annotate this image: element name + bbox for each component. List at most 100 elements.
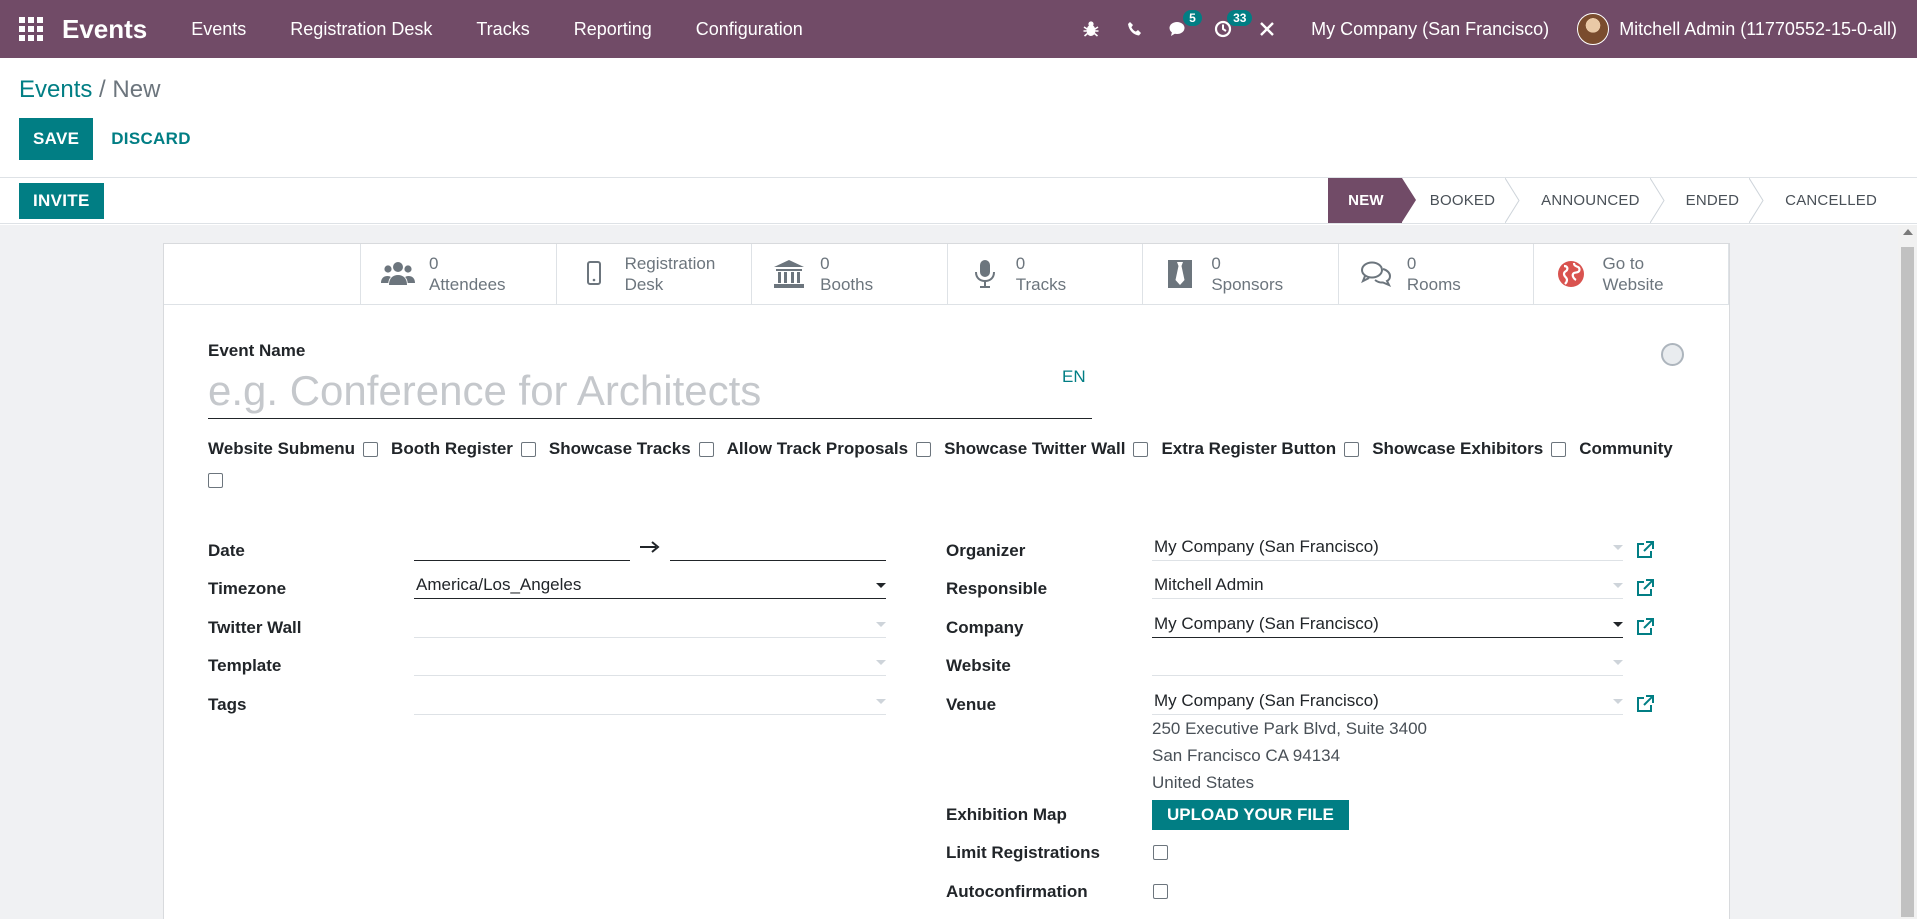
autoconfirmation-label: Autoconfirmation xyxy=(946,882,1088,901)
limit-registrations-checkbox[interactable] xyxy=(1153,845,1168,860)
checkbox[interactable] xyxy=(916,441,932,457)
venue-row: Venue My Company (San Francisco) xyxy=(946,687,1623,715)
upload-file-button[interactable]: UPLOAD YOUR FILE xyxy=(1152,800,1349,830)
timezone-row: Timezone America/Los_Angeles xyxy=(208,571,886,599)
timezone-label: Timezone xyxy=(208,579,287,598)
option-community-checkbox-row xyxy=(208,473,1685,488)
company-row: Company My Company (San Francisco) xyxy=(946,610,1623,638)
go-to-website-button[interactable]: Go to Website xyxy=(1533,244,1730,304)
stage-ended[interactable]: ENDED xyxy=(1658,178,1764,223)
checkbox[interactable] xyxy=(208,473,223,488)
top-navbar: Events Events Registration Desk Tracks R… xyxy=(0,0,1917,58)
company-input[interactable]: My Company (San Francisco) xyxy=(1152,610,1623,638)
chevron-down-icon xyxy=(1613,545,1623,550)
checkbox[interactable] xyxy=(1344,441,1360,457)
menu-tracks[interactable]: Tracks xyxy=(454,0,551,58)
option-booth-register: Booth Register xyxy=(391,439,536,459)
breadcrumb-separator: / xyxy=(99,76,106,103)
checkbox[interactable] xyxy=(698,441,714,457)
menu-configuration[interactable]: Configuration xyxy=(674,0,825,58)
scroll-up-arrow-icon[interactable] xyxy=(1903,229,1913,235)
exhibition-map-label: Exhibition Map xyxy=(946,805,1067,824)
external-link-icon[interactable] xyxy=(1636,618,1654,636)
form-sheet: 0 Attendees Registration Desk 0 Booths 0 Tra… xyxy=(163,243,1730,919)
checkbox[interactable] xyxy=(520,441,536,457)
bank-icon xyxy=(772,258,806,290)
external-link-icon[interactable] xyxy=(1636,579,1654,597)
bug-icon[interactable] xyxy=(1069,0,1113,58)
option-website-submenu: Website Submenu xyxy=(208,439,379,459)
activities-icon[interactable]: 33 xyxy=(1201,0,1253,58)
option-label: Extra Register Button xyxy=(1161,439,1337,458)
menu-registration-desk[interactable]: Registration Desk xyxy=(268,0,454,58)
scrollbar-thumb[interactable] xyxy=(1901,247,1914,917)
menu-events[interactable]: Events xyxy=(169,0,268,58)
stage-announced[interactable]: ANNOUNCED xyxy=(1513,178,1665,223)
autoconfirmation-checkbox[interactable] xyxy=(1153,884,1168,899)
checkbox[interactable] xyxy=(363,441,379,457)
timezone-select[interactable]: America/Los_Angeles xyxy=(414,571,886,599)
app-menu-icon[interactable] xyxy=(0,0,62,58)
organizer-input[interactable]: My Company (San Francisco) xyxy=(1152,533,1623,561)
app-title[interactable]: Events xyxy=(62,14,147,45)
sponsors-count: 0 xyxy=(1211,254,1221,273)
venue-input[interactable]: My Company (San Francisco) xyxy=(1152,687,1623,715)
booths-button[interactable]: 0 Booths xyxy=(751,244,947,304)
checkbox[interactable] xyxy=(1133,441,1149,457)
messages-icon[interactable]: 5 xyxy=(1157,0,1202,58)
go-to-website-line2: Website xyxy=(1602,275,1664,294)
registration-desk-button[interactable]: Registration Desk xyxy=(555,244,752,304)
option-extra-register-button: Extra Register Button xyxy=(1161,439,1360,459)
website-input[interactable] xyxy=(1152,648,1623,676)
rooms-button[interactable]: 0 Rooms xyxy=(1337,244,1534,304)
event-name-input[interactable] xyxy=(208,363,1092,419)
menu-reporting[interactable]: Reporting xyxy=(552,0,674,58)
save-button[interactable]: SAVE xyxy=(19,118,94,160)
chevron-down-icon xyxy=(876,583,886,588)
chevron-down-icon xyxy=(1613,583,1623,588)
stage-cancelled[interactable]: CANCELLED xyxy=(1757,178,1895,223)
responsible-input[interactable]: Mitchell Admin xyxy=(1152,571,1623,599)
registration-desk-line2: Desk xyxy=(624,275,664,294)
venue-address: 250 Executive Park Blvd, Suite 3400 San … xyxy=(1152,715,1427,796)
option-label: Showcase Twitter Wall xyxy=(944,439,1126,458)
website-options: Website Submenu Booth Register Showcase … xyxy=(208,439,1698,488)
booths-label: Booths xyxy=(820,275,874,294)
chevron-down-icon xyxy=(1613,660,1623,665)
booths-count: 0 xyxy=(820,254,830,273)
organizer-row: Organizer My Company (San Francisco) xyxy=(946,533,1623,561)
language-button[interactable]: EN xyxy=(1062,367,1086,387)
date-begin-input[interactable] xyxy=(414,533,630,561)
tags-row: Tags xyxy=(208,687,886,715)
tools-icon[interactable] xyxy=(1245,0,1289,58)
twitter-wall-label: Twitter Wall xyxy=(208,618,302,637)
template-input[interactable] xyxy=(414,648,886,676)
twitter-wall-input[interactable] xyxy=(414,610,886,638)
breadcrumb-events[interactable]: Events xyxy=(19,76,92,103)
responsible-value: Mitchell Admin xyxy=(1154,574,1264,594)
external-link-icon[interactable] xyxy=(1636,695,1654,713)
tracks-button[interactable]: 0 Tracks xyxy=(946,244,1143,304)
stage-booked[interactable]: BOOKED xyxy=(1402,178,1520,223)
attendees-count: 0 xyxy=(429,254,439,273)
vertical-scrollbar[interactable] xyxy=(1898,225,1917,919)
sponsors-button[interactable]: 0 Sponsors xyxy=(1142,244,1338,304)
option-label: Community xyxy=(1579,439,1673,458)
external-link-icon[interactable] xyxy=(1636,541,1654,559)
option-community: Community xyxy=(1579,439,1681,459)
responsible-row: Responsible Mitchell Admin xyxy=(946,571,1623,599)
breadcrumb-current: New xyxy=(112,76,161,103)
date-end-input[interactable] xyxy=(670,533,886,561)
kanban-state-indicator[interactable] xyxy=(1661,343,1684,366)
company-switcher[interactable]: My Company (San Francisco) xyxy=(1289,19,1577,40)
user-menu[interactable]: Mitchell Admin (11770552-15-0-all) xyxy=(1577,13,1917,45)
attendees-button[interactable]: 0 Attendees xyxy=(360,244,556,304)
messages-count-badge: 5 xyxy=(1183,10,1202,26)
checkbox[interactable] xyxy=(1551,441,1567,457)
stage-new[interactable]: NEW xyxy=(1328,178,1416,223)
tags-input[interactable] xyxy=(414,687,886,715)
phone-icon[interactable] xyxy=(1113,0,1157,58)
microphone-icon xyxy=(968,258,1002,290)
invite-button[interactable]: INVITE xyxy=(19,182,104,219)
discard-button[interactable]: DISCARD xyxy=(111,129,191,149)
